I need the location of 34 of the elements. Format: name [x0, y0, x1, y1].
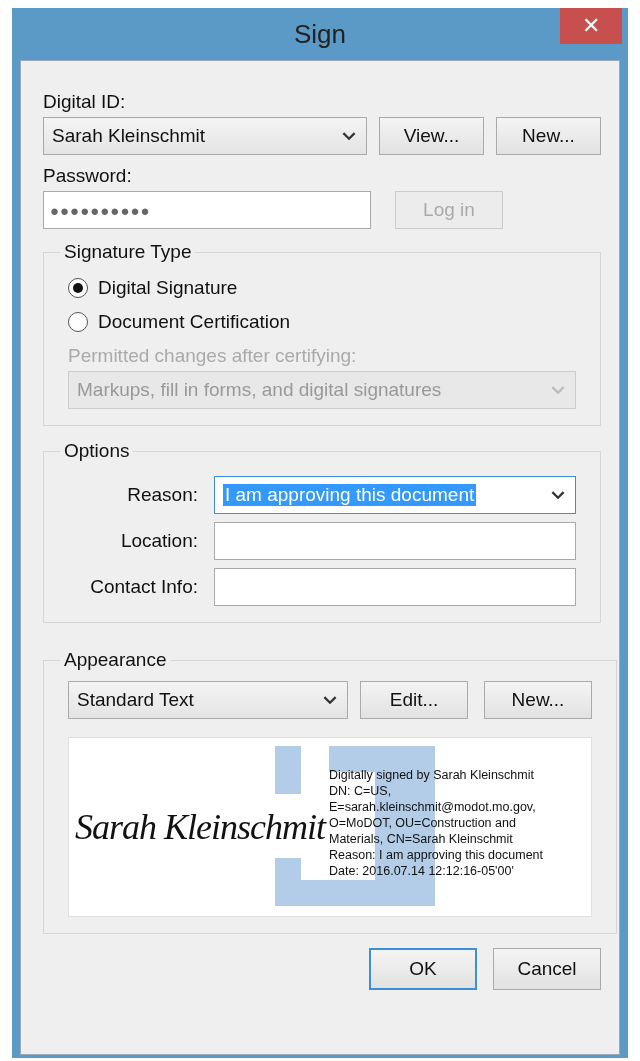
appearance-dropdown[interactable]: Standard Text — [68, 681, 348, 719]
caret-icon — [551, 385, 565, 395]
field-label: Password: — [43, 165, 133, 187]
dialog-button[interactable]: Cancel — [493, 948, 601, 990]
dialog-button[interactable]: OK — [369, 948, 477, 990]
group-title: Options — [63, 440, 131, 462]
dialog-button[interactable]: New... — [484, 681, 592, 719]
signature-detail-text: Date: 2016.07.14 12:12:16-05'00' — [329, 863, 515, 879]
window-title: Sign — [293, 18, 346, 50]
close-button[interactable]: ✕ — [560, 8, 622, 44]
password-field[interactable]: ●●●●●●●●●● — [43, 191, 371, 229]
field-label: Digital ID: — [43, 91, 127, 113]
caret-icon — [342, 131, 357, 141]
field-label: Contact Info: — [89, 576, 198, 598]
text-field[interactable] — [214, 568, 576, 606]
handwritten-signature: Sarah Kleinschmit — [74, 806, 328, 848]
field-label: Location: — [119, 530, 198, 552]
signature-detail-text: Reason: I am approving this document — [329, 847, 543, 863]
dialog-button[interactable]: View... — [379, 117, 484, 155]
field-label: Reason: — [126, 484, 198, 506]
signature-detail-text: DN: C=US, — [329, 783, 393, 799]
signature-detail-text: Materials, CN=Sarah Kleinschmit — [329, 831, 514, 847]
digital-id-dropdown[interactable]: Sarah Kleinschmit — [43, 117, 368, 155]
text-field[interactable] — [214, 522, 576, 560]
caret-icon — [323, 695, 337, 705]
caret-icon — [551, 490, 565, 500]
signature-detail-text: Digitally signed by Sarah Kleinschmit — [329, 767, 535, 783]
group-title: Signature Type — [63, 241, 193, 263]
signature-detail-text: O=MoDOT, OU=Construction and — [329, 815, 517, 831]
dialog-button[interactable]: New... — [496, 117, 601, 155]
field-label: Permitted changes after certifying: — [68, 345, 358, 367]
signature-detail-text: E=sarah.kleinschmit@modot.mo.gov, — [329, 799, 537, 815]
group-title: Appearance — [63, 649, 168, 671]
dialog-button[interactable]: Edit... — [360, 681, 468, 719]
